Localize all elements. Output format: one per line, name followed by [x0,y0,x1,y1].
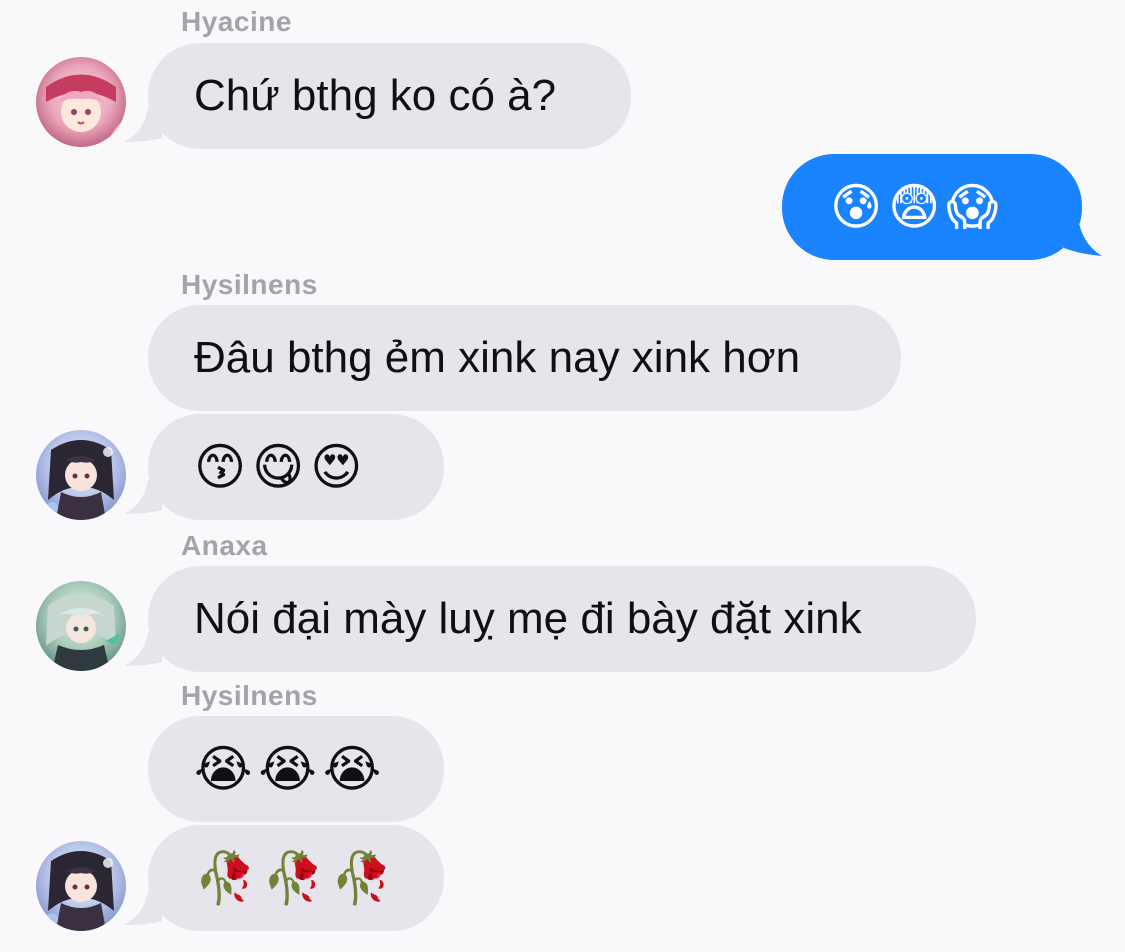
outgoing-message-bubble[interactable]: 😰😨😱 [782,154,1082,260]
incoming-message-bubble[interactable]: Đâu bthg ẻm xink nay xink hơn [148,305,901,411]
avatar-anaxa[interactable] [36,581,126,671]
sender-name: Hysilnens [181,680,318,711]
incoming-message-bubble[interactable]: Chứ bthg ko có à? [148,43,631,149]
incoming-message-bubble[interactable]: 😭😭😭 [148,716,444,822]
message-thread: Hyacine Chứ bthg ko có à? 😰😨😱 Hysilnens … [0,0,1125,952]
incoming-message-bubble[interactable]: 😙😋😍 [148,414,444,520]
sender-name: Hysilnens [181,269,318,300]
incoming-message-bubble[interactable]: 🥀🥀🥀 [148,825,444,931]
sender-name: Anaxa [181,530,268,561]
avatar-hyacine[interactable] [36,57,126,147]
avatar-hysilnens[interactable] [36,841,126,931]
avatar-hysilnens[interactable] [36,430,126,520]
incoming-message-bubble[interactable]: Nói đại mày luỵ mẹ đi bày đặt xink [148,566,976,672]
sender-name: Hyacine [181,6,292,37]
